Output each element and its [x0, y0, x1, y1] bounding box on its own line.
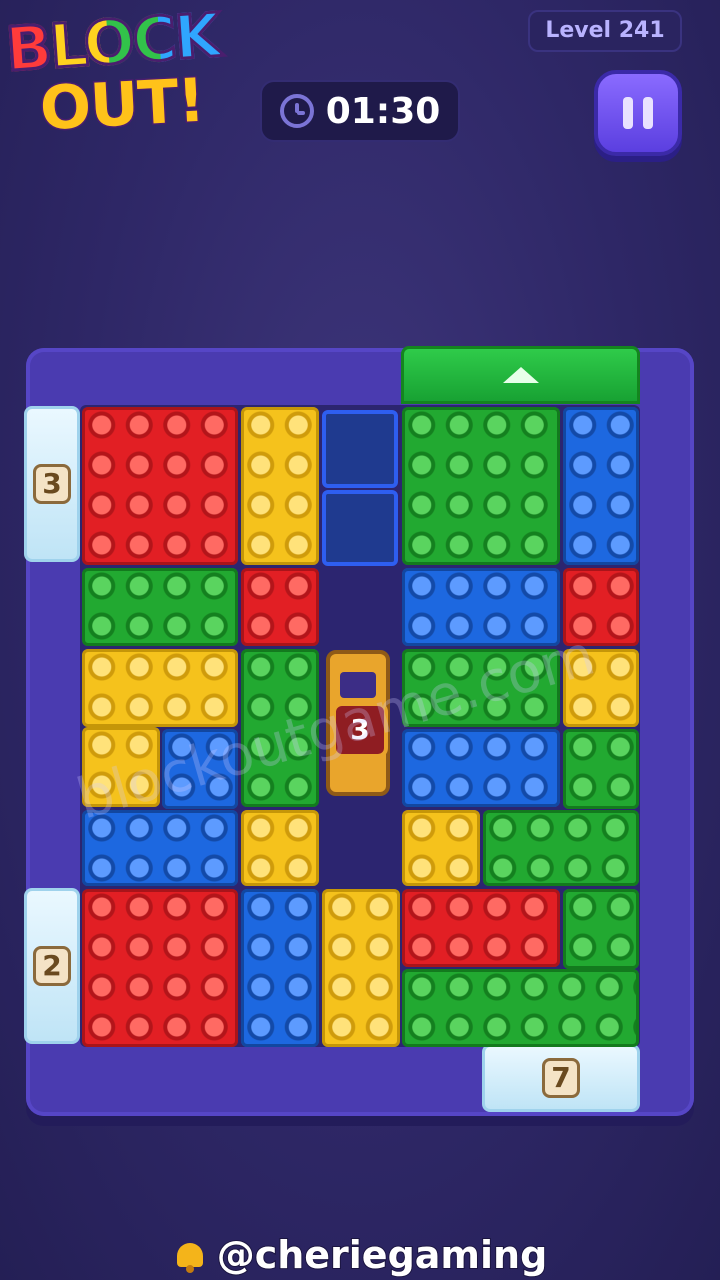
blue-block[interactable]	[563, 407, 639, 565]
green-block[interactable]	[402, 407, 560, 565]
yellow-block[interactable]	[241, 407, 319, 565]
logo-line2: OUT!	[37, 64, 207, 145]
timer-value: 01:30	[325, 90, 441, 132]
empty-cell	[322, 410, 398, 488]
red-block[interactable]	[241, 568, 319, 646]
empty-cell	[322, 490, 398, 566]
red-block[interactable]	[402, 889, 560, 967]
gate-count: 2	[33, 946, 71, 986]
ice-gate-left-top: 3	[24, 406, 80, 562]
pause-icon	[623, 97, 633, 129]
ice-gate-left-bottom: 2	[24, 888, 80, 1044]
gate-count: 3	[33, 464, 71, 504]
bell-icon	[173, 1237, 207, 1273]
blue-block[interactable]	[402, 729, 560, 807]
yellow-block[interactable]	[322, 889, 400, 1047]
blue-block[interactable]	[402, 568, 560, 646]
clock-icon	[279, 94, 314, 128]
yellow-block[interactable]	[82, 649, 238, 727]
arrow-up-icon	[502, 367, 539, 383]
yellow-block[interactable]	[402, 810, 480, 886]
ice-gate-bottom-right: 7	[482, 1044, 640, 1112]
green-block[interactable]	[563, 729, 639, 809]
red-block[interactable]	[82, 889, 238, 1047]
level-indicator: Level 241	[528, 10, 682, 52]
green-block[interactable]	[483, 810, 639, 886]
pause-icon	[643, 97, 653, 129]
blue-block[interactable]	[241, 889, 319, 1047]
game-logo: BLOCK OUT!	[0, 0, 270, 150]
green-block[interactable]	[402, 969, 639, 1047]
channel-handle: @cheriegaming	[216, 1232, 549, 1278]
red-block[interactable]	[82, 407, 238, 565]
green-block[interactable]	[563, 889, 639, 969]
green-block[interactable]	[82, 568, 238, 646]
pause-button[interactable]	[594, 70, 682, 156]
yellow-block[interactable]	[241, 810, 319, 886]
gate-count: 7	[542, 1058, 580, 1098]
footer: @cheriegaming	[0, 1230, 720, 1280]
green-exit-gate	[401, 346, 640, 404]
timer: 01:30	[260, 80, 460, 142]
